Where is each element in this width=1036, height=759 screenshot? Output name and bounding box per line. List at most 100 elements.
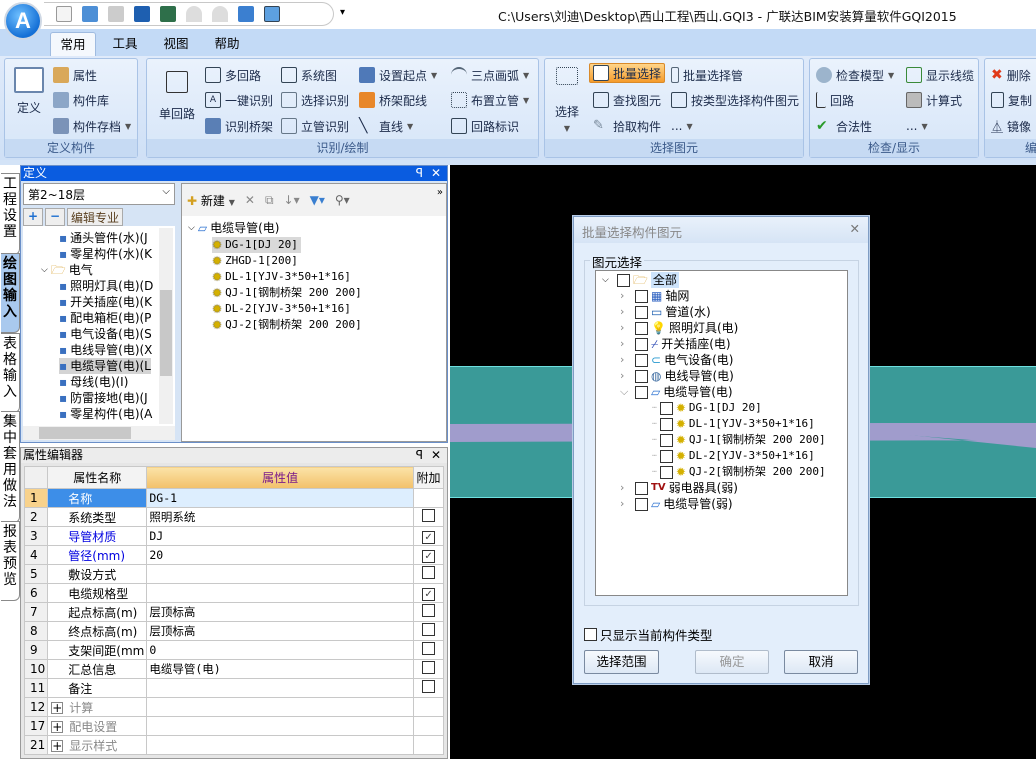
tree-item[interactable]: ▪ 开关插座(电)(K [59, 294, 152, 310]
attach-cell[interactable]: ✓ [413, 526, 444, 546]
list-root[interactable]: ⌵ ▱ 电缆导管(电) [188, 220, 279, 236]
tree-node[interactable]: ┄ ✹ QJ-1[钢制桥架 200 200] [652, 432, 826, 448]
tree-item[interactable]: ▪ 通头管件(水)(J [59, 230, 148, 246]
checkbox-unchecked[interactable] [659, 449, 673, 463]
tree-node[interactable]: ⌵ ▱ 电缆导管(电) [620, 384, 733, 400]
chevron-down-icon[interactable]: ⌵ [41, 262, 48, 278]
checkbox-unchecked[interactable] [422, 604, 436, 617]
property-value[interactable]: DJ [146, 526, 415, 546]
tree-item[interactable]: ▪ 零星构件(电)(A [59, 406, 152, 422]
list-item[interactable]: ✹ DG-1[DJ 20] [212, 237, 301, 253]
property-row[interactable]: 21 + 显示样式 [23, 735, 444, 755]
chevron-right-icon[interactable]: › [620, 480, 632, 496]
pin-icon[interactable]: ꟼ [416, 448, 423, 463]
open-folder-icon[interactable] [82, 6, 98, 22]
tree-node[interactable]: ┄ ✹ DG-1[DJ 20] [652, 400, 762, 416]
sort-icon[interactable]: ↓▾ [284, 193, 300, 207]
close-icon[interactable]: ✕ [431, 166, 441, 181]
expand-plus-icon[interactable]: + [51, 739, 64, 752]
define-button[interactable]: 定义 [9, 67, 49, 116]
chevron-right-icon[interactable]: › [620, 288, 632, 304]
new-button[interactable]: ✚ 新建 ▼ [187, 192, 235, 209]
property-row[interactable]: 11 备注 [23, 678, 444, 698]
property-row[interactable]: 7 起点标高(m) 层顶标高 [23, 602, 444, 622]
property-value[interactable]: DG-1 [146, 488, 415, 508]
property-row[interactable]: 6 电缆规格型 ✓ [23, 583, 444, 603]
property-row[interactable]: 8 终点标高(m) 层顶标高 [23, 621, 444, 641]
check-model-button[interactable]: 检查模型 ▼ [816, 65, 894, 85]
tab-help[interactable]: 帮助 [204, 32, 250, 56]
vtab-table-input[interactable]: 表格输入 [1, 333, 20, 413]
select-button[interactable]: 选择 ▼ [549, 67, 585, 134]
export-icon[interactable] [134, 6, 150, 22]
show-cable-button[interactable]: 显示线缆 [906, 65, 974, 85]
chevron-right-icon[interactable]: › [620, 352, 632, 368]
copy-icon[interactable]: ⧉ [265, 193, 274, 208]
delete-button[interactable]: ✖ 删除 [991, 65, 1031, 85]
checkbox-unchecked[interactable] [635, 353, 648, 367]
tab-tools[interactable]: 工具 [102, 32, 148, 56]
tree-node[interactable]: › ⊂ 电气设备(电) [620, 352, 733, 368]
component-archive-button[interactable]: 构件存档 ▼ [53, 116, 131, 136]
new-file-icon[interactable] [56, 6, 72, 22]
mirror-button[interactable]: ⏅ 镜像 [991, 116, 1031, 136]
tab-common[interactable]: 常用 [50, 32, 96, 56]
property-row[interactable]: 1 名称 DG-1 [23, 488, 444, 508]
place-riser-button[interactable]: 布置立管 ▼ [451, 90, 529, 110]
attach-cell[interactable] [413, 507, 444, 527]
tree-node[interactable]: › ◍ 电线导管(电) [620, 368, 734, 384]
property-value[interactable]: 0 [146, 640, 415, 660]
property-row[interactable]: 2 系统类型 照明系统 [23, 507, 444, 527]
tree-node[interactable]: › ▭ 管道(水) [620, 304, 711, 320]
collapse-all-icon[interactable]: − [45, 208, 65, 226]
copy-button[interactable]: 复制 [991, 90, 1032, 110]
attach-cell[interactable] [413, 659, 444, 679]
window-switch-icon[interactable] [238, 6, 254, 22]
checkbox-unchecked[interactable] [635, 321, 648, 335]
property-button[interactable]: 属性 [53, 65, 97, 85]
checkbox-unchecked[interactable] [422, 680, 436, 693]
checkbox-unchecked[interactable] [659, 465, 673, 479]
customize-toolbar-icon[interactable]: ▾ [340, 7, 345, 18]
batch-select-pipe-button[interactable]: 批量选择管 [671, 65, 743, 85]
chevron-right-icon[interactable]: › [620, 336, 632, 352]
checkbox-unchecked[interactable] [422, 642, 436, 655]
overflow-icon[interactable]: » [437, 187, 443, 198]
expand-plus-icon[interactable]: + [51, 701, 64, 714]
checkbox-unchecked[interactable] [659, 401, 673, 415]
one-key-recognize-button[interactable]: A 一键识别 [205, 90, 273, 110]
tree-node[interactable]: ┄ ✹ DL-1[YJV-3*50+1*16] [652, 416, 815, 432]
check-more-button[interactable]: ... ▼ [906, 116, 928, 136]
property-row[interactable]: 5 敷设方式 [23, 564, 444, 584]
find-binoculars-icon[interactable]: ⚲▾ [335, 193, 350, 207]
checkbox-checked[interactable]: ✓ [422, 587, 436, 601]
checkbox-checked[interactable]: ✓ [422, 530, 436, 544]
three-point-arc-button[interactable]: 三点画弧 ▼ [451, 65, 529, 85]
property-value[interactable] [146, 735, 415, 755]
edit-specialty-button[interactable]: 编辑专业 [67, 208, 124, 226]
checkbox-unchecked[interactable] [635, 369, 648, 383]
checkbox-unchecked[interactable] [635, 497, 648, 511]
tray-wiring-button[interactable]: 桥架配线 [359, 90, 427, 110]
list-item[interactable]: ✹ ZHGD-1[200] [212, 253, 298, 269]
tab-view[interactable]: 视图 [153, 32, 199, 56]
select-range-button[interactable]: 选择范围 [584, 650, 659, 674]
checkbox-unchecked[interactable] [659, 417, 673, 431]
checkbox-unchecked[interactable] [422, 661, 436, 674]
checkbox-unchecked[interactable] [635, 481, 648, 495]
filter-icon[interactable]: ▼▾ [310, 193, 325, 207]
vtab-project-settings[interactable]: 工程设置 [1, 173, 20, 255]
chevron-right-icon[interactable]: › [620, 304, 632, 320]
delete-icon[interactable]: ✕ [245, 193, 255, 207]
property-row[interactable]: 17 + 配电设置 [23, 716, 444, 736]
single-circuit-button[interactable]: 单回路 [153, 67, 201, 122]
tree-item[interactable]: ▪ 配电箱柜(电)(P [59, 310, 151, 326]
tree-node[interactable]: › ▦ 轴网 [620, 288, 689, 304]
batch-select-button[interactable]: 批量选择 [589, 63, 666, 83]
chevron-down-icon[interactable]: ⌵ [620, 384, 632, 400]
checkbox-unchecked[interactable] [635, 305, 648, 319]
tree-item[interactable]: ▪ 母线(电)(I) [59, 374, 128, 390]
tree-item[interactable]: ▪ 电缆导管(电)(L [59, 358, 151, 374]
checkbox-unchecked[interactable] [659, 433, 673, 447]
floor-dropdown[interactable]: 第2~18层 ⌵ [23, 183, 175, 205]
